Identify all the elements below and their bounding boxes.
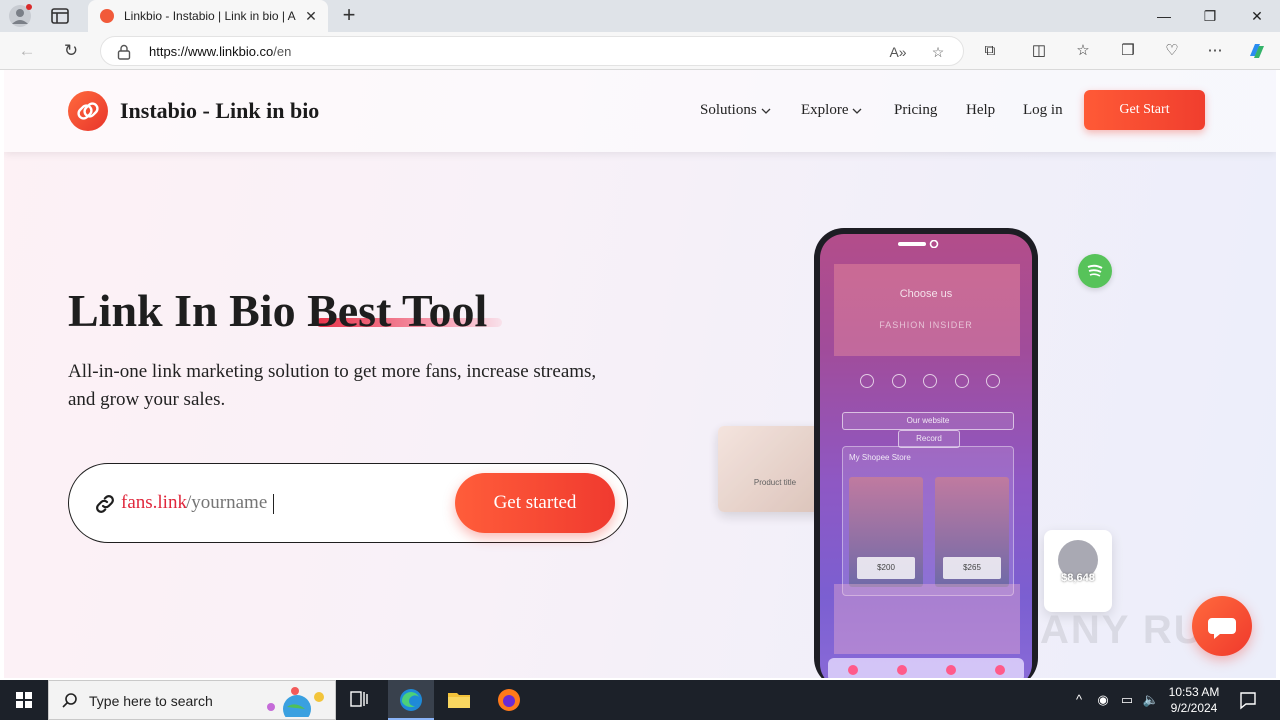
back-button[interactable]: ← [16, 40, 38, 62]
hero-subtitle: All-in-one link marketing solution to ge… [68, 361, 597, 410]
spotify-icon [1078, 254, 1112, 288]
taskbar-search[interactable]: Type here to search [48, 680, 336, 720]
our-website-link: Our website [842, 412, 1014, 430]
close-window-button[interactable]: ✕ [1247, 6, 1267, 26]
instabio-logo-icon[interactable] [68, 91, 108, 131]
more-icon [994, 665, 1005, 675]
instagram-icon [891, 374, 906, 388]
edge-taskbar-icon[interactable] [388, 680, 434, 720]
search-placeholder: Type here to search [89, 693, 213, 709]
product-price: $200 [857, 557, 915, 579]
nav-pricing[interactable]: Pricing [894, 102, 937, 119]
split-screen-icon[interactable]: ◫ [1029, 41, 1049, 61]
tab-close-icon[interactable]: ✕ [304, 9, 318, 23]
music-icon [847, 665, 858, 675]
windows-start-icon[interactable] [0, 680, 48, 720]
youtube-icon [954, 374, 969, 388]
shopee-store-block: My Shopee Store $200 $265 [842, 446, 1014, 596]
taskbar-clock[interactable]: 10:53 AM 9/2/2024 [1158, 684, 1230, 716]
social-icons-row [860, 374, 1000, 394]
favorite-star-icon[interactable]: ☆ [929, 43, 947, 61]
more-menu-icon[interactable]: ⋯ [1205, 41, 1225, 61]
phone-screen: Choose us FASHION INSIDER Our website Re… [820, 234, 1032, 678]
earnings-card: $8,648 [1044, 530, 1112, 612]
facebook-icon [860, 374, 874, 388]
earnings-amount: $8,648 [1061, 572, 1095, 584]
refresh-button[interactable]: ↻ [60, 40, 82, 62]
link-domain-prefix: fans.link [121, 492, 187, 513]
show-hidden-icons-icon[interactable]: ^ [1070, 691, 1088, 709]
search-icon [62, 693, 77, 708]
meet-now-icon[interactable]: ◉ [1094, 691, 1112, 709]
tiktok-icon [923, 374, 937, 388]
chevron-down-icon [761, 108, 771, 114]
phone-bottom-nav [828, 658, 1024, 678]
username-input[interactable] [186, 492, 386, 514]
choose-us-text: Choose us [899, 288, 953, 300]
store-title: My Shopee Store [849, 453, 911, 462]
hero-title: Link In Bio Best Tool [68, 285, 488, 336]
chat-support-button[interactable] [1192, 596, 1252, 656]
text-caret [273, 494, 274, 514]
nav-solutions-label: Solutions [700, 102, 757, 118]
site-header: Instabio - Link in bio Solutions Explore… [4, 70, 1276, 152]
browser-toolbar: ← ↻ https://www.linkbio.co/en A» ☆ ⧉ ◫ ☆… [0, 32, 1280, 70]
profile-banner-image [834, 264, 1020, 356]
network-icon[interactable]: ▭ [1118, 691, 1136, 709]
chevron-down-icon [853, 108, 862, 114]
read-aloud-icon[interactable]: A» [889, 43, 907, 61]
link-chain-icon [96, 495, 114, 513]
nav-login[interactable]: Log in [1023, 102, 1063, 119]
tab-linkbio[interactable]: Linkbio - Instabio | Link in bio | A ✕ [88, 0, 328, 32]
nav-explore[interactable]: Explore [801, 102, 862, 119]
notifications-icon[interactable] [1238, 690, 1258, 710]
collections-icon[interactable]: ❒ [1118, 41, 1138, 61]
extensions-icon[interactable]: ⧉ [980, 41, 1000, 61]
get-started-button[interactable]: Get started [455, 473, 615, 533]
claim-link-form: fans.link Get started [68, 463, 628, 543]
minimize-button[interactable]: — [1154, 6, 1174, 26]
firefox-icon[interactable] [486, 680, 532, 720]
tab-title: Linkbio - Instabio | Link in bio | A [124, 9, 296, 23]
clock-time: 10:53 AM [1168, 685, 1220, 699]
product-image: $265 [935, 477, 1009, 587]
link-icon [896, 665, 907, 675]
search-highlight-icon [267, 687, 324, 717]
linkbio-favicon-icon [100, 9, 114, 23]
favorites-icon[interactable]: ☆ [1073, 41, 1093, 61]
url-path: /en [273, 44, 292, 59]
nav-help[interactable]: Help [966, 102, 995, 119]
nav-explore-label: Explore [801, 102, 849, 118]
url-text: https://www.linkbio.co/en [149, 44, 291, 59]
browser-essentials-icon[interactable]: ♡ [1162, 41, 1182, 61]
tab-actions-icon[interactable] [50, 6, 70, 26]
brand-name[interactable]: Instabio - Link in bio [120, 98, 319, 124]
get-start-button[interactable]: Get Start [1084, 90, 1205, 130]
phone-notch [898, 240, 939, 248]
new-tab-button[interactable]: + [338, 4, 360, 26]
task-view-icon[interactable] [336, 680, 382, 720]
phone-mockup: Choose us FASHION INSIDER Our website Re… [814, 228, 1038, 678]
copilot-icon[interactable] [1247, 41, 1267, 61]
fashion-insider-text: FASHION INSIDER [879, 320, 973, 330]
play-icon [986, 374, 1000, 388]
url-host: https://www.linkbio.co [149, 44, 274, 59]
shop-icon [945, 665, 956, 675]
maximize-button[interactable]: ❐ [1200, 6, 1220, 26]
product-price: $265 [943, 557, 1001, 579]
lock-icon[interactable] [117, 44, 131, 60]
concert-image [834, 584, 1020, 654]
nav-solutions[interactable]: Solutions [700, 102, 771, 119]
profile-icon[interactable] [8, 4, 32, 28]
product-image: $200 [849, 477, 923, 587]
page-viewport: Instabio - Link in bio Solutions Explore… [4, 70, 1276, 678]
file-explorer-icon[interactable] [436, 680, 482, 720]
address-bar[interactable]: https://www.linkbio.co/en A» ☆ [100, 36, 964, 66]
windows-taskbar: Type here to search ^ ◉ ▭ 🔈 10:53 AM 9/2… [0, 680, 1280, 720]
browser-tab-bar: Linkbio - Instabio | Link in bio | A ✕ +… [0, 0, 1280, 32]
clock-date: 9/2/2024 [1170, 701, 1218, 715]
